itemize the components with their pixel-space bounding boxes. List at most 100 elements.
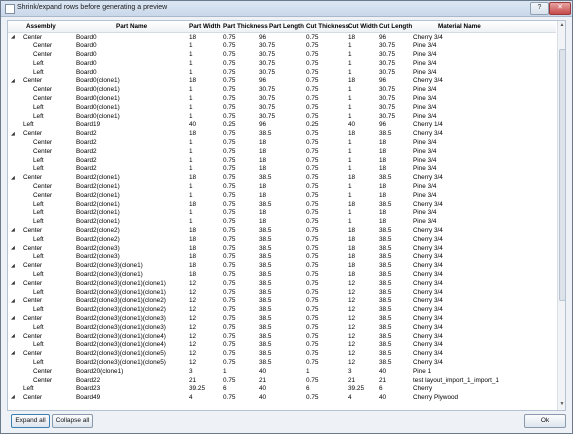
cell-pw: 12 xyxy=(189,297,197,305)
table-row[interactable]: Left Board2 1 0.75 18 0.75 1 18 Pine 3/4 xyxy=(8,156,556,165)
expander-icon[interactable]: ◢ xyxy=(11,333,15,339)
header-material-name[interactable]: Material Name xyxy=(438,23,481,30)
cell-cw: 39.25 xyxy=(348,385,364,393)
table-row[interactable]: Left Board2(clone1) 1 0.75 18 0.75 1 18 Pine 3/4 xyxy=(8,209,556,218)
expander-icon[interactable]: ◢ xyxy=(11,394,15,400)
expand-all-button[interactable]: Expand all xyxy=(11,414,50,428)
header-cut-length[interactable]: Cut Length xyxy=(379,23,412,30)
cell-mat: Pine 1 xyxy=(413,367,432,375)
table-row[interactable]: Left Board2(clone3)(clone1)(clone4) 12 0.75… xyxy=(8,341,556,350)
header-part-name[interactable]: Part Name xyxy=(116,23,147,30)
cell-mat: Cherry 3/4 xyxy=(413,358,443,366)
scroll-up-icon[interactable]: ▲ xyxy=(559,22,565,29)
header-assembly[interactable]: Assembly xyxy=(26,23,56,30)
table-row[interactable]: Center Board2(clone1) 1 0.75 18 0.75 1 18 Pine 3… xyxy=(8,183,556,192)
table-row[interactable]: ◢ Center Board2(clone3)(clone1)(clone4) 12 0… xyxy=(8,332,556,341)
table-row[interactable]: Left Board2(clone3)(clone1)(clone2) 12 0.75… xyxy=(8,306,556,315)
cell-mat: Cherry 1/4 xyxy=(413,121,443,129)
cell-ct: 0.75 xyxy=(306,68,319,76)
expander-icon[interactable]: ◢ xyxy=(11,34,15,40)
cell-mat: Pine 3/4 xyxy=(413,156,437,164)
help-button[interactable]: ? xyxy=(530,2,549,15)
vertical-scrollbar[interactable]: ▲ ▼ xyxy=(557,21,565,410)
table-row[interactable]: Left Board2(clone3)(clone1)(clone5) 12 0.75… xyxy=(8,358,556,367)
cell-assembly: Center xyxy=(33,139,53,147)
table-row[interactable]: ◢ Center Board0 18 0.75 96 0.75 18 96 Cherry 3/4 xyxy=(8,33,556,42)
table-row[interactable]: Center Board0 1 0.75 30.75 0.75 1 30.75 Pine 3/4 xyxy=(8,51,556,60)
expander-icon[interactable]: ◢ xyxy=(11,350,15,356)
table-row[interactable]: Center Board2(clone1) 1 0.75 18 0.75 1 18 Pine 3… xyxy=(8,191,556,200)
expander-icon[interactable]: ◢ xyxy=(11,131,15,137)
table-row[interactable]: Center Board0 1 0.75 30.75 0.75 1 30.75 Pine 3/4 xyxy=(8,42,556,51)
table-row[interactable]: Left Board2(clone3)(clone1) 18 0.75 38.5 0.75… xyxy=(8,271,556,280)
table-row[interactable]: Left Board2(clone3)(clone1)(clone3) 12 0.75… xyxy=(8,323,556,332)
table-row[interactable]: ◢ Center Board2(clone1) 18 0.75 38.5 0.75 18 38.… xyxy=(8,174,556,183)
header-part-length[interactable]: Part Length xyxy=(269,23,304,30)
cell-cl: 18 xyxy=(379,165,387,173)
table-row[interactable]: Left Board0 1 0.75 30.75 0.75 1 30.75 Pine 3/4 xyxy=(8,59,556,68)
table-row[interactable]: Left Board19 40 0.25 96 0.25 40 96 Cherry 1/4 xyxy=(8,121,556,130)
table-row[interactable]: ◢ Center Board2(clone3) 18 0.75 38.5 0.75 18 38.… xyxy=(8,244,556,253)
cell-pt: 0.75 xyxy=(223,68,236,76)
table-row[interactable]: Center Board2 1 0.75 18 0.75 1 18 Pine 3/4 xyxy=(8,139,556,148)
cell-assembly: Left xyxy=(33,59,44,67)
cell-pt: 0.75 xyxy=(223,191,236,199)
header-part-thickness[interactable]: Part Thickness xyxy=(223,23,268,30)
table-row[interactable]: Left Board2(clone1) 18 0.75 38.5 0.75 18 38.5 Ch… xyxy=(8,200,556,209)
table-row[interactable]: Left Board2(clone3) 18 0.75 38.5 0.75 18 38.5 Ch… xyxy=(8,253,556,262)
table-row[interactable]: ◢ Center Board2(clone3)(clone1)(clone5) 12 0… xyxy=(8,350,556,359)
table-row[interactable]: ◢ Center Board2(clone3)(clone1)(clone2) 12 0… xyxy=(8,297,556,306)
cell-cl: 30.75 xyxy=(379,59,395,67)
expander-icon[interactable]: ◢ xyxy=(11,298,15,304)
cell-cw: 1 xyxy=(348,95,352,103)
expander-icon[interactable]: ◢ xyxy=(11,263,15,269)
table-row[interactable]: Left Board2(clone3)(clone1)(clone1) 12 0.75… xyxy=(8,288,556,297)
table-row[interactable]: Left Board0(clone1) 1 0.75 30.75 0.75 1 30.75 Pi… xyxy=(8,112,556,121)
cell-cw: 12 xyxy=(348,297,356,305)
cell-pl: 38.5 xyxy=(259,130,272,138)
cell-pt: 0.75 xyxy=(223,139,236,147)
scroll-down-icon[interactable]: ▼ xyxy=(559,401,565,408)
table-row[interactable]: Center Board22 21 0.75 21 0.75 21 21 test layout… xyxy=(8,376,556,385)
table-row[interactable]: Center Board0(clone1) 1 0.75 30.75 0.75 1 30.75… xyxy=(8,86,556,95)
table-row[interactable]: Left Board2(clone1) 1 0.75 18 0.75 1 18 Pine 3/4 xyxy=(8,218,556,227)
cell-part-name: Board2(clone3)(clone1)(clone4) xyxy=(76,341,166,349)
cell-pw: 3 xyxy=(189,367,193,375)
expander-icon[interactable]: ◢ xyxy=(11,245,15,251)
cell-cw: 1 xyxy=(348,112,352,120)
table-row[interactable]: Left Board0 1 0.75 30.75 0.75 1 30.75 Pine 3/4 xyxy=(8,68,556,77)
table-row[interactable]: Left Board0(clone1) 1 0.75 30.75 0.75 1 30.75 Pi… xyxy=(8,103,556,112)
table-row[interactable]: ◢ Center Board2 18 0.75 38.5 0.75 18 38.5 Cherry … xyxy=(8,130,556,139)
cell-cl: 38.5 xyxy=(379,227,392,235)
header-cut-thickness[interactable]: Cut Thickness xyxy=(306,23,349,30)
table-row[interactable]: ◢ Center Board2(clone3)(clone1)(clone3) 12 0… xyxy=(8,315,556,324)
table-row[interactable]: Left Board2 1 0.75 18 0.75 1 18 Pine 3/4 xyxy=(8,165,556,174)
header-cut-width[interactable]: Cut Width xyxy=(348,23,378,30)
cell-pl: 18 xyxy=(259,209,267,217)
expander-icon[interactable]: ◢ xyxy=(11,280,15,286)
expander-icon[interactable]: ◢ xyxy=(11,175,15,181)
expander-icon[interactable]: ◢ xyxy=(11,315,15,321)
expander-icon[interactable]: ◢ xyxy=(11,227,15,233)
table-row[interactable]: ◢ Center Board2(clone3)(clone1) 18 0.75 38.5 0… xyxy=(8,262,556,271)
cell-pl: 38.5 xyxy=(259,323,272,331)
table-row[interactable]: ◢ Center Board2(clone2) 18 0.75 38.5 0.75 18 38.… xyxy=(8,227,556,236)
cell-cw: 18 xyxy=(348,227,356,235)
collapse-all-button[interactable]: Collapse all xyxy=(52,414,93,428)
table-row[interactable]: Center Board0(clone1) 1 0.75 30.75 0.75 1 30.75… xyxy=(8,95,556,104)
ok-button[interactable]: Ok xyxy=(524,414,566,428)
table-row[interactable]: Center Board2 1 0.75 18 0.75 1 18 Pine 3/4 xyxy=(8,147,556,156)
table-row[interactable]: ◢ Center Board49 4 0.75 40 0.75 4 40 Cherry Plywo… xyxy=(8,394,556,403)
table-row[interactable]: ◢ Center Board2(clone3)(clone1)(clone1) 12 0… xyxy=(8,279,556,288)
table-row[interactable]: Left Board23 39.25 6 40 6 39.25 6 Cherry xyxy=(8,385,556,394)
table-row[interactable]: Center Board20(clone1) 3 1 40 1 3 40 Pine 1 xyxy=(8,367,556,376)
table-row[interactable]: Left Board2(clone2) 18 0.75 38.5 0.75 18 38.5 Ch… xyxy=(8,235,556,244)
cell-pw: 1 xyxy=(189,112,193,120)
table-row[interactable]: ◢ Center Board0(clone1) 18 0.75 96 0.75 18 96 Che… xyxy=(8,77,556,86)
cell-pt: 0.75 xyxy=(223,358,236,366)
header-part-width[interactable]: Part Width xyxy=(189,23,220,30)
expander-icon[interactable]: ◢ xyxy=(11,78,15,84)
close-button[interactable]: ✕ xyxy=(549,2,571,15)
cell-pl: 38.5 xyxy=(259,358,272,366)
scroll-thumb[interactable] xyxy=(559,49,565,301)
